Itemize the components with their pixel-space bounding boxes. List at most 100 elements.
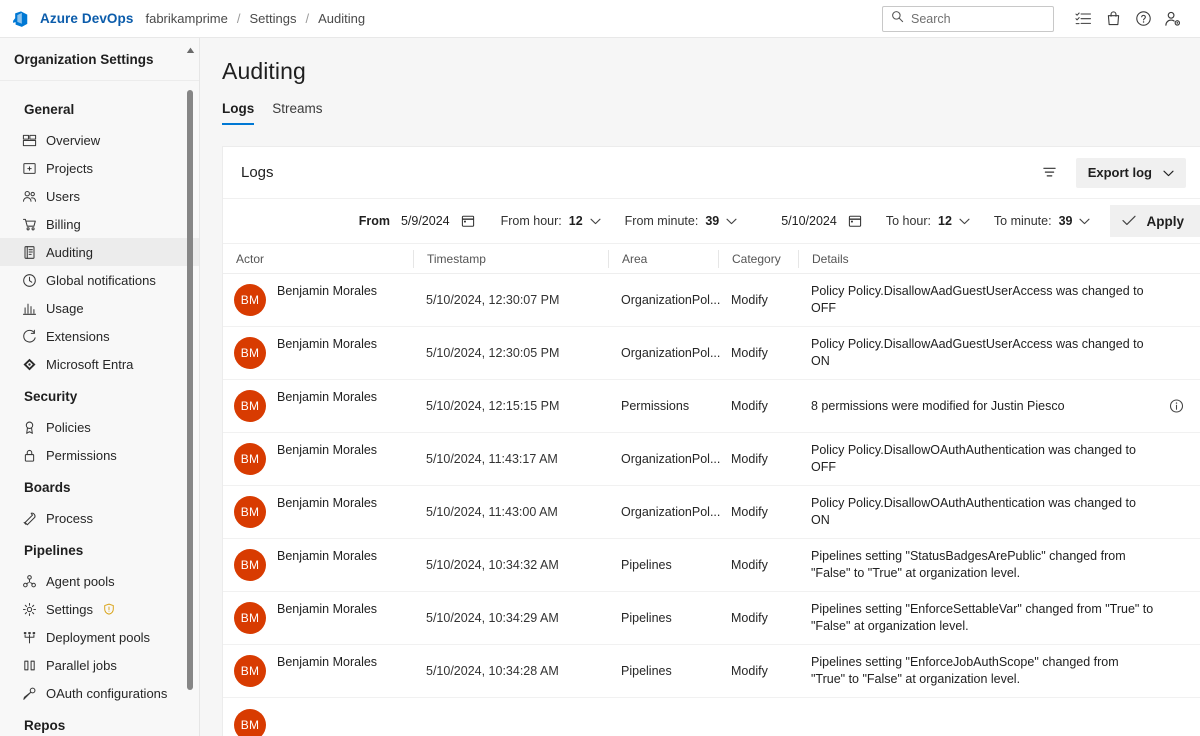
cell-category: Modify (718, 558, 798, 572)
from-hour-dropdown[interactable]: From hour: 12 (501, 214, 601, 228)
marketplace-bag-icon[interactable] (1098, 4, 1128, 34)
to-hour-dropdown[interactable]: To hour: 12 (886, 214, 970, 228)
table-row[interactable]: BMBenjamin Morales5/10/2024, 12:30:07 PM… (223, 274, 1200, 327)
logs-table-body: BMBenjamin Morales5/10/2024, 12:30:07 PM… (223, 274, 1200, 736)
actor-name: Benjamin Morales (277, 496, 377, 510)
organization-settings-sidebar: Organization Settings GeneralOverviewPro… (0, 38, 200, 736)
cell-actor: BMBenjamin Morales (223, 549, 413, 581)
search-box[interactable] (882, 6, 1054, 32)
logs-card-header: Logs Export log (223, 147, 1200, 199)
sidebar-item-parallel-jobs[interactable]: Parallel jobs (0, 651, 199, 679)
search-input[interactable] (911, 12, 1045, 26)
cell-area: OrganizationPol... (608, 505, 718, 519)
table-row[interactable]: BM (223, 698, 1200, 736)
cell-category: Modify (718, 399, 798, 413)
from-minute-dropdown[interactable]: From minute: 39 (625, 214, 738, 228)
calendar-icon[interactable] (461, 214, 475, 228)
cell-area: OrganizationPol... (608, 452, 718, 466)
cell-actor: BMBenjamin Morales (223, 496, 413, 528)
tasks-icon[interactable] (1068, 4, 1098, 34)
to-date-group[interactable]: 5/10/2024 (781, 214, 862, 228)
azure-devops-logo-icon[interactable] (10, 8, 32, 30)
column-header-details[interactable]: Details (798, 250, 1200, 268)
sidebar-item-extensions[interactable]: Extensions (0, 322, 199, 350)
logs-heading: Logs (241, 164, 274, 181)
cell-area: Pipelines (608, 664, 718, 678)
apply-label: Apply (1146, 214, 1184, 229)
sidebar-item-settings[interactable]: Settings (0, 595, 199, 623)
breadcrumb-org[interactable]: fabrikamprime (145, 11, 227, 26)
breadcrumb-settings[interactable]: Settings (249, 11, 296, 26)
brand-label[interactable]: Azure DevOps (40, 11, 133, 26)
table-row[interactable]: BMBenjamin Morales5/10/2024, 11:43:00 AM… (223, 486, 1200, 539)
sidebar-item-overview[interactable]: Overview (0, 126, 199, 154)
sidebar-item-microsoft-entra[interactable]: Microsoft Entra (0, 350, 199, 378)
apply-filter-button[interactable]: Apply (1110, 205, 1200, 237)
sidebar-group-pipelines: Pipelines (0, 532, 199, 567)
sidebar-item-label: Parallel jobs (46, 658, 117, 673)
sidebar-item-label: Agent pools (46, 574, 115, 589)
from-date-group[interactable]: From 5/9/2024 (359, 214, 475, 228)
tab-streams[interactable]: Streams (272, 101, 322, 125)
export-log-button[interactable]: Export log (1076, 158, 1186, 188)
sidebar-item-usage[interactable]: Usage (0, 294, 199, 322)
sidebar-group-security: Security (0, 378, 199, 413)
cell-details: Policy Policy.DisallowOAuthAuthenticatio… (798, 495, 1200, 529)
sidebar-item-process[interactable]: Process (0, 504, 199, 532)
sidebar-item-deployment-pools[interactable]: Deployment pools (0, 623, 199, 651)
cell-details: Pipelines setting "StatusBadgesArePublic… (798, 548, 1200, 582)
chevron-down-icon (726, 218, 737, 225)
sidebar-scrollbar-thumb[interactable] (187, 90, 193, 690)
sidebar-scrollbar[interactable] (185, 38, 195, 736)
sidebar-item-agent-pools[interactable]: Agent pools (0, 567, 199, 595)
sidebar-item-label: Permissions (46, 448, 117, 463)
column-header-area[interactable]: Area (608, 250, 718, 268)
column-header-actor[interactable]: Actor (223, 250, 413, 268)
user-settings-icon[interactable] (1158, 4, 1188, 34)
filter-funnel-icon[interactable] (1036, 159, 1064, 187)
cell-actor: BMBenjamin Morales (223, 284, 413, 316)
scroll-up-arrow-icon[interactable] (186, 41, 195, 59)
sidebar-item-policies[interactable]: Policies (0, 413, 199, 441)
sidebar-item-label: Usage (46, 301, 84, 316)
info-icon[interactable] (1169, 399, 1184, 414)
sidebar-item-auditing[interactable]: Auditing (0, 238, 199, 266)
help-question-icon[interactable] (1128, 4, 1158, 34)
to-minute-dropdown[interactable]: To minute: 39 (994, 214, 1091, 228)
sidebar-item-projects[interactable]: Projects (0, 154, 199, 182)
chevron-down-icon (959, 218, 970, 225)
extensions-puzzle-icon (22, 329, 37, 344)
sidebar-item-billing[interactable]: Billing (0, 210, 199, 238)
oauth-key-icon (22, 686, 37, 701)
from-hour-value: 12 (569, 214, 583, 228)
cell-details: Policy Policy.DisallowAadGuestUserAccess… (798, 283, 1200, 317)
sidebar-item-permissions[interactable]: Permissions (0, 441, 199, 469)
table-row[interactable]: BMBenjamin Morales5/10/2024, 10:34:29 AM… (223, 592, 1200, 645)
breadcrumb-separator: / (237, 11, 241, 26)
tab-logs[interactable]: Logs (222, 101, 254, 125)
table-row[interactable]: BMBenjamin Morales5/10/2024, 11:43:17 AM… (223, 433, 1200, 486)
column-header-category[interactable]: Category (718, 250, 798, 268)
projects-box-icon (22, 161, 37, 176)
breadcrumb-auditing[interactable]: Auditing (318, 11, 365, 26)
cell-area: Pipelines (608, 611, 718, 625)
users-people-icon (22, 189, 37, 204)
column-header-timestamp[interactable]: Timestamp (413, 250, 608, 268)
sidebar-item-oauth-configurations[interactable]: OAuth configurations (0, 679, 199, 707)
chevron-down-icon (1079, 218, 1090, 225)
actor-name: Benjamin Morales (277, 284, 377, 298)
cell-actor: BMBenjamin Morales (223, 655, 413, 687)
sidebar-item-label: Extensions (46, 329, 110, 344)
calendar-icon[interactable] (848, 214, 862, 228)
sidebar-item-users[interactable]: Users (0, 182, 199, 210)
chevron-down-icon (590, 218, 601, 225)
to-minute-value: 39 (1059, 214, 1073, 228)
sidebar-item-global-notifications[interactable]: Global notifications (0, 266, 199, 294)
table-row[interactable]: BMBenjamin Morales5/10/2024, 10:34:28 AM… (223, 645, 1200, 698)
table-row[interactable]: BMBenjamin Morales5/10/2024, 12:30:05 PM… (223, 327, 1200, 380)
page-tabs: Logs Streams (222, 101, 1200, 125)
shield-badge-icon (103, 603, 115, 615)
table-row[interactable]: BMBenjamin Morales5/10/2024, 12:15:15 PM… (223, 380, 1200, 433)
billing-cart-icon (22, 217, 37, 232)
table-row[interactable]: BMBenjamin Morales5/10/2024, 10:34:32 AM… (223, 539, 1200, 592)
